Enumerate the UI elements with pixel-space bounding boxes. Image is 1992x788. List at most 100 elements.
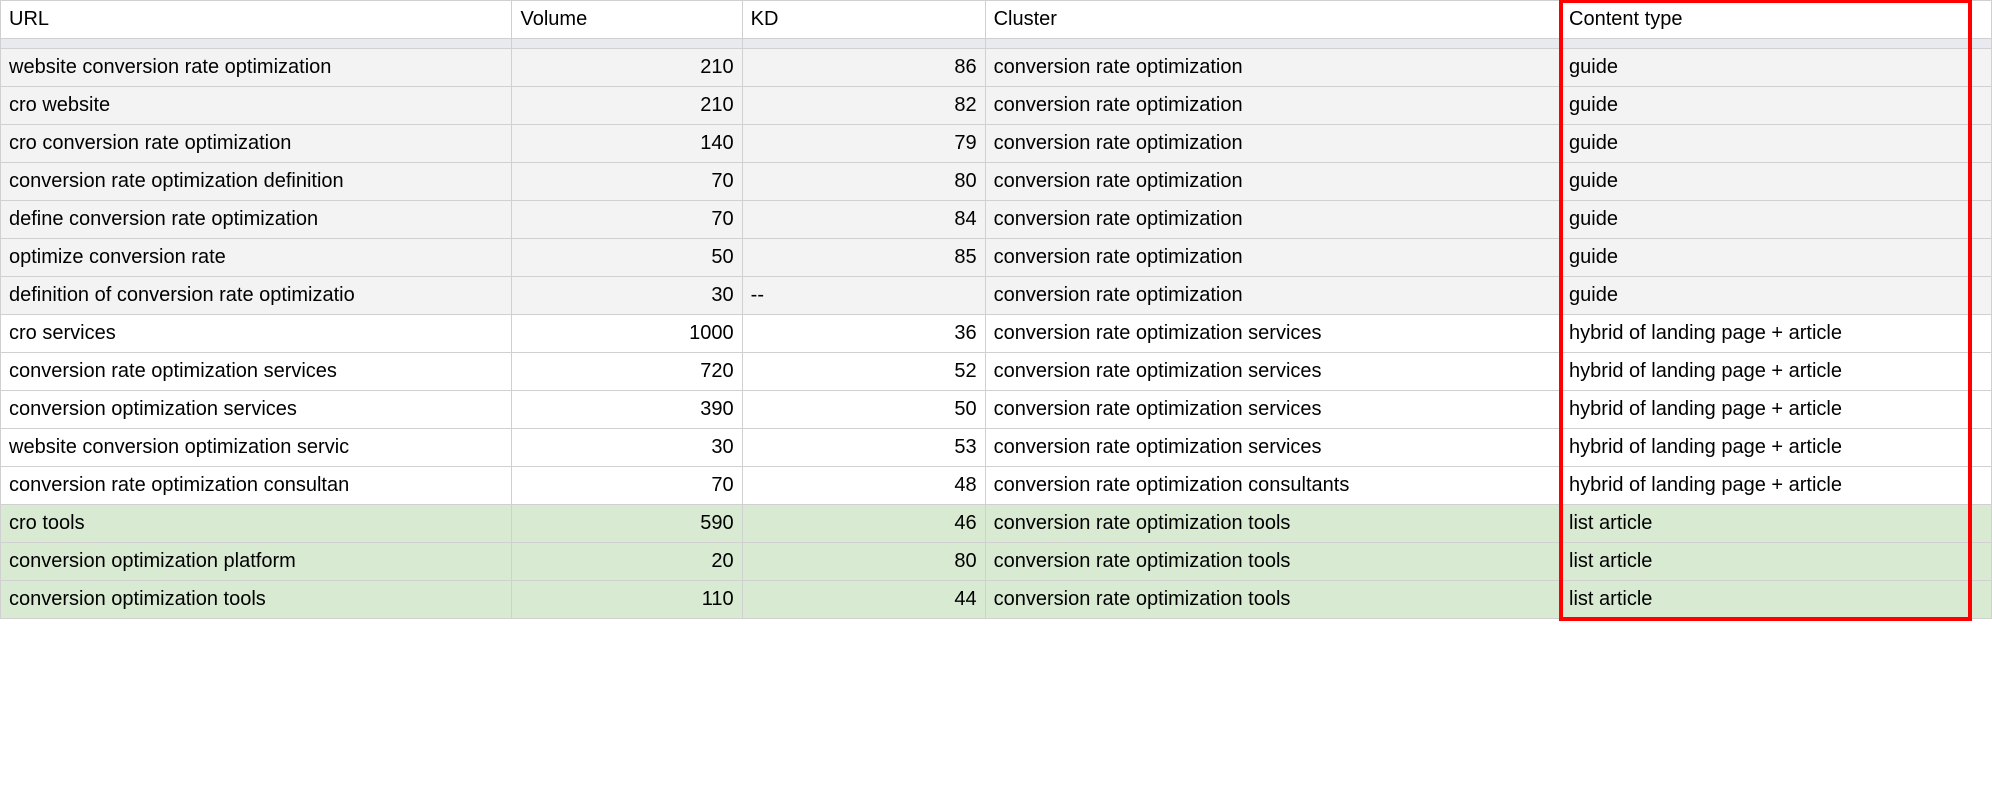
cell-cluster[interactable]: conversion rate optimization [985,125,1560,163]
header-kd[interactable]: KD [742,1,985,39]
cell-extra [1970,467,1992,505]
cell-cluster[interactable]: conversion rate optimization services [985,315,1560,353]
cell-kd[interactable]: 53 [742,429,985,467]
cell-volume[interactable]: 70 [512,201,742,239]
cell-volume[interactable]: 210 [512,49,742,87]
cell-url[interactable]: cro website [1,87,512,125]
cell-url[interactable]: website conversion optimization servic [1,429,512,467]
cell-volume[interactable]: 70 [512,467,742,505]
cell-volume[interactable]: 30 [512,277,742,315]
cell-volume[interactable]: 590 [512,505,742,543]
cell-content_type[interactable]: hybrid of landing page + article [1561,429,1970,467]
cell-url[interactable]: definition of conversion rate optimizati… [1,277,512,315]
cell-content_type[interactable]: list article [1561,543,1970,581]
cell-volume[interactable]: 140 [512,125,742,163]
cell-cluster[interactable]: conversion rate optimization [985,201,1560,239]
cell-kd[interactable]: 48 [742,467,985,505]
table-row[interactable]: cro services100036conversion rate optimi… [1,315,1992,353]
cell-kd[interactable]: 52 [742,353,985,391]
cell-kd[interactable]: 80 [742,163,985,201]
header-content-type[interactable]: Content type [1561,1,1970,39]
table-row[interactable]: website conversion optimization servic30… [1,429,1992,467]
cell-kd[interactable]: 80 [742,543,985,581]
cell-cluster[interactable]: conversion rate optimization consultants [985,467,1560,505]
header-cluster[interactable]: Cluster [985,1,1560,39]
cell-cluster[interactable]: conversion rate optimization [985,87,1560,125]
table-row[interactable]: website conversion rate optimization2108… [1,49,1992,87]
cell-content_type[interactable]: guide [1561,87,1970,125]
cell-content_type[interactable]: hybrid of landing page + article [1561,315,1970,353]
cell-kd[interactable]: 36 [742,315,985,353]
cell-url[interactable]: conversion rate optimization definition [1,163,512,201]
cell-content_type[interactable]: guide [1561,201,1970,239]
spreadsheet-table[interactable]: URL Volume KD Cluster Content type websi… [0,0,1992,619]
cell-url[interactable]: conversion rate optimization services [1,353,512,391]
header-volume[interactable]: Volume [512,1,742,39]
cell-kd[interactable]: -- [742,277,985,315]
cell-url[interactable]: conversion optimization services [1,391,512,429]
table-row[interactable]: define conversion rate optimization7084c… [1,201,1992,239]
cell-extra [1970,315,1992,353]
cell-content_type[interactable]: hybrid of landing page + article [1561,467,1970,505]
cell-url[interactable]: conversion optimization platform [1,543,512,581]
cell-url[interactable]: website conversion rate optimization [1,49,512,87]
cell-kd[interactable]: 84 [742,201,985,239]
table-row[interactable]: optimize conversion rate5085conversion r… [1,239,1992,277]
table-row[interactable]: conversion rate optimization definition7… [1,163,1992,201]
table-row[interactable]: conversion rate optimization consultan70… [1,467,1992,505]
table-row[interactable]: conversion optimization tools11044conver… [1,581,1992,619]
cell-volume[interactable]: 390 [512,391,742,429]
cell-volume[interactable]: 210 [512,87,742,125]
cell-content_type[interactable]: hybrid of landing page + article [1561,353,1970,391]
table-row[interactable]: cro website21082conversion rate optimiza… [1,87,1992,125]
cell-cluster[interactable]: conversion rate optimization tools [985,543,1560,581]
cell-volume[interactable]: 50 [512,239,742,277]
cell-extra [1970,277,1992,315]
cell-kd[interactable]: 46 [742,505,985,543]
cell-content_type[interactable]: guide [1561,163,1970,201]
cell-url[interactable]: optimize conversion rate [1,239,512,277]
cell-content_type[interactable]: list article [1561,581,1970,619]
cell-volume[interactable]: 1000 [512,315,742,353]
cell-kd[interactable]: 86 [742,49,985,87]
cell-url[interactable]: conversion optimization tools [1,581,512,619]
table-row[interactable]: conversion rate optimization services720… [1,353,1992,391]
table-row[interactable]: cro conversion rate optimization14079con… [1,125,1992,163]
table-row[interactable]: cro tools59046conversion rate optimizati… [1,505,1992,543]
cell-kd[interactable]: 50 [742,391,985,429]
cell-cluster[interactable]: conversion rate optimization services [985,429,1560,467]
cell-content_type[interactable]: list article [1561,505,1970,543]
cell-content_type[interactable]: hybrid of landing page + article [1561,391,1970,429]
cell-cluster[interactable]: conversion rate optimization [985,163,1560,201]
cell-content_type[interactable]: guide [1561,49,1970,87]
cell-url[interactable]: cro services [1,315,512,353]
cell-kd[interactable]: 44 [742,581,985,619]
cell-cluster[interactable]: conversion rate optimization tools [985,505,1560,543]
cell-url[interactable]: cro conversion rate optimization [1,125,512,163]
cell-url[interactable]: conversion rate optimization consultan [1,467,512,505]
cell-content_type[interactable]: guide [1561,239,1970,277]
cell-cluster[interactable]: conversion rate optimization [985,49,1560,87]
cell-content_type[interactable]: guide [1561,277,1970,315]
cell-kd[interactable]: 85 [742,239,985,277]
cell-extra [1970,201,1992,239]
cell-kd[interactable]: 82 [742,87,985,125]
cell-cluster[interactable]: conversion rate optimization [985,239,1560,277]
header-url[interactable]: URL [1,1,512,39]
cell-content_type[interactable]: guide [1561,125,1970,163]
cell-volume[interactable]: 110 [512,581,742,619]
cell-url[interactable]: cro tools [1,505,512,543]
table-row[interactable]: conversion optimization platform2080conv… [1,543,1992,581]
cell-volume[interactable]: 720 [512,353,742,391]
cell-cluster[interactable]: conversion rate optimization tools [985,581,1560,619]
table-row[interactable]: definition of conversion rate optimizati… [1,277,1992,315]
cell-cluster[interactable]: conversion rate optimization [985,277,1560,315]
cell-kd[interactable]: 79 [742,125,985,163]
cell-volume[interactable]: 70 [512,163,742,201]
cell-volume[interactable]: 30 [512,429,742,467]
table-row[interactable]: conversion optimization services39050con… [1,391,1992,429]
cell-cluster[interactable]: conversion rate optimization services [985,353,1560,391]
cell-url[interactable]: define conversion rate optimization [1,201,512,239]
cell-volume[interactable]: 20 [512,543,742,581]
cell-cluster[interactable]: conversion rate optimization services [985,391,1560,429]
